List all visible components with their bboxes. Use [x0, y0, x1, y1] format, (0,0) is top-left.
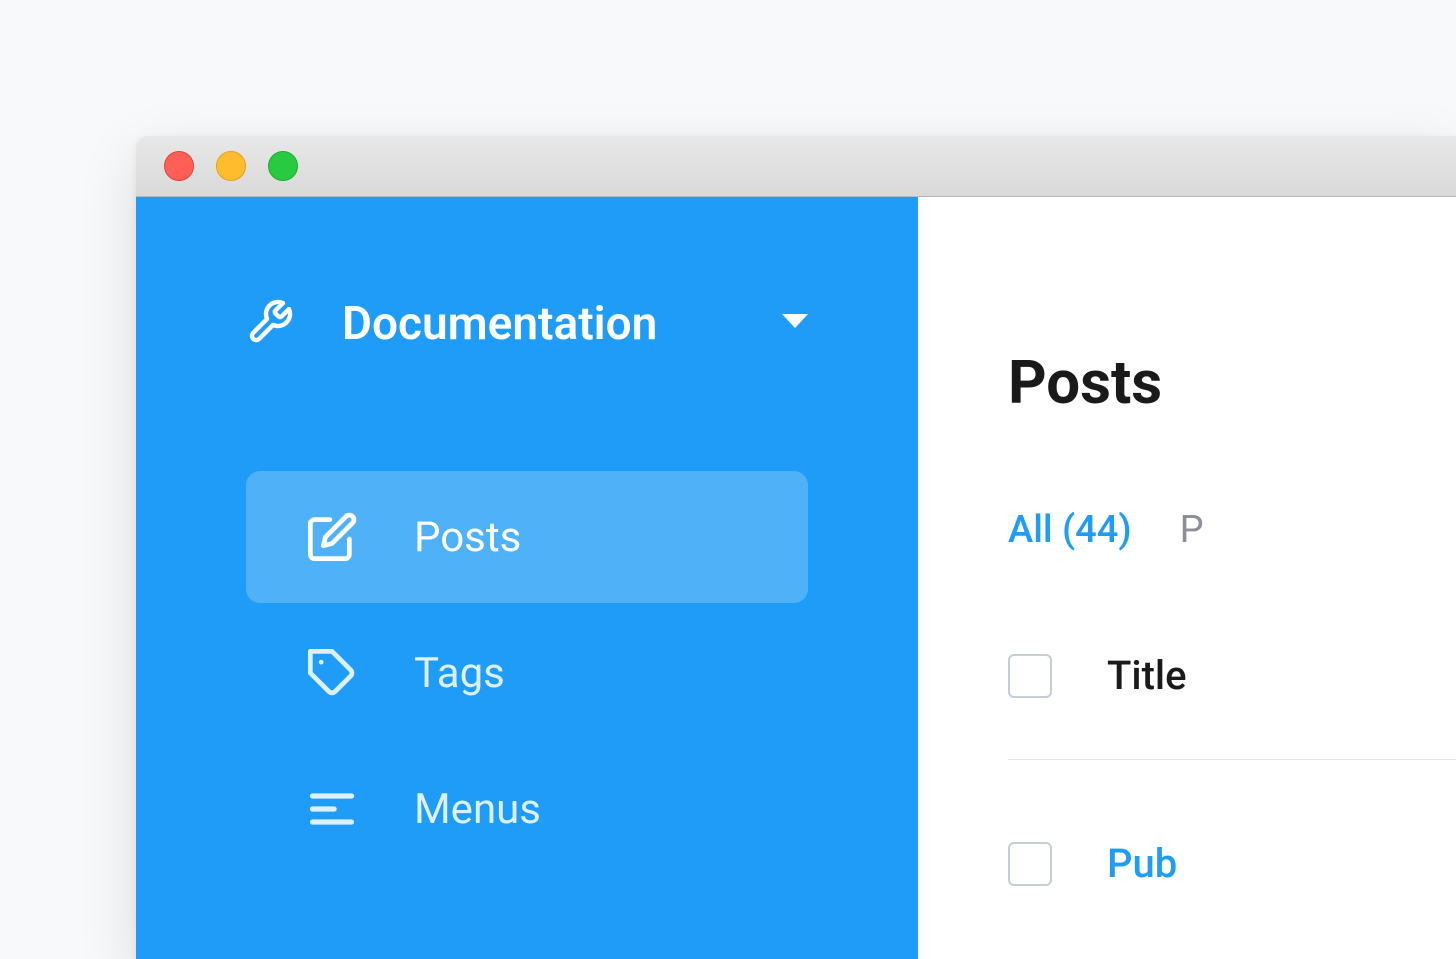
- sidebar-item-posts[interactable]: Posts: [246, 471, 808, 603]
- sidebar-item-label: Tags: [414, 649, 505, 698]
- row-checkbox[interactable]: [1008, 842, 1052, 886]
- tag-icon: [306, 647, 366, 699]
- sidebar-item-label: Menus: [414, 785, 541, 834]
- row-title-link[interactable]: Pub: [1107, 840, 1177, 887]
- wrench-icon: [246, 298, 294, 350]
- table-header-row: Title: [1008, 652, 1456, 760]
- filter-tabs: All (44) P: [1008, 508, 1456, 552]
- sidebar-item-tags[interactable]: Tags: [246, 607, 808, 739]
- column-header-title: Title: [1107, 652, 1187, 699]
- sidebar-item-label: Posts: [414, 513, 521, 562]
- site-selector-label: Documentation: [342, 297, 782, 351]
- app-window: Documentation Posts: [136, 136, 1456, 959]
- menu-icon: [306, 783, 366, 835]
- sidebar-nav: Posts Tags: [136, 471, 918, 879]
- filter-tab-partial[interactable]: P: [1180, 508, 1204, 552]
- window-titlebar: [136, 136, 1456, 197]
- app-body: Documentation Posts: [136, 197, 1456, 959]
- page-title: Posts: [1008, 347, 1456, 418]
- minimize-window-button[interactable]: [216, 151, 246, 181]
- sidebar: Documentation Posts: [136, 197, 918, 959]
- filter-tab-all[interactable]: All (44): [1008, 508, 1132, 552]
- table-row: Pub: [1008, 840, 1456, 887]
- select-all-checkbox[interactable]: [1008, 654, 1052, 698]
- sidebar-item-menus[interactable]: Menus: [246, 743, 808, 875]
- chevron-down-icon: [782, 314, 808, 334]
- maximize-window-button[interactable]: [268, 151, 298, 181]
- edit-icon: [306, 511, 366, 563]
- close-window-button[interactable]: [164, 151, 194, 181]
- site-selector[interactable]: Documentation: [136, 297, 918, 351]
- main-content: Posts All (44) P Title Pub: [918, 197, 1456, 959]
